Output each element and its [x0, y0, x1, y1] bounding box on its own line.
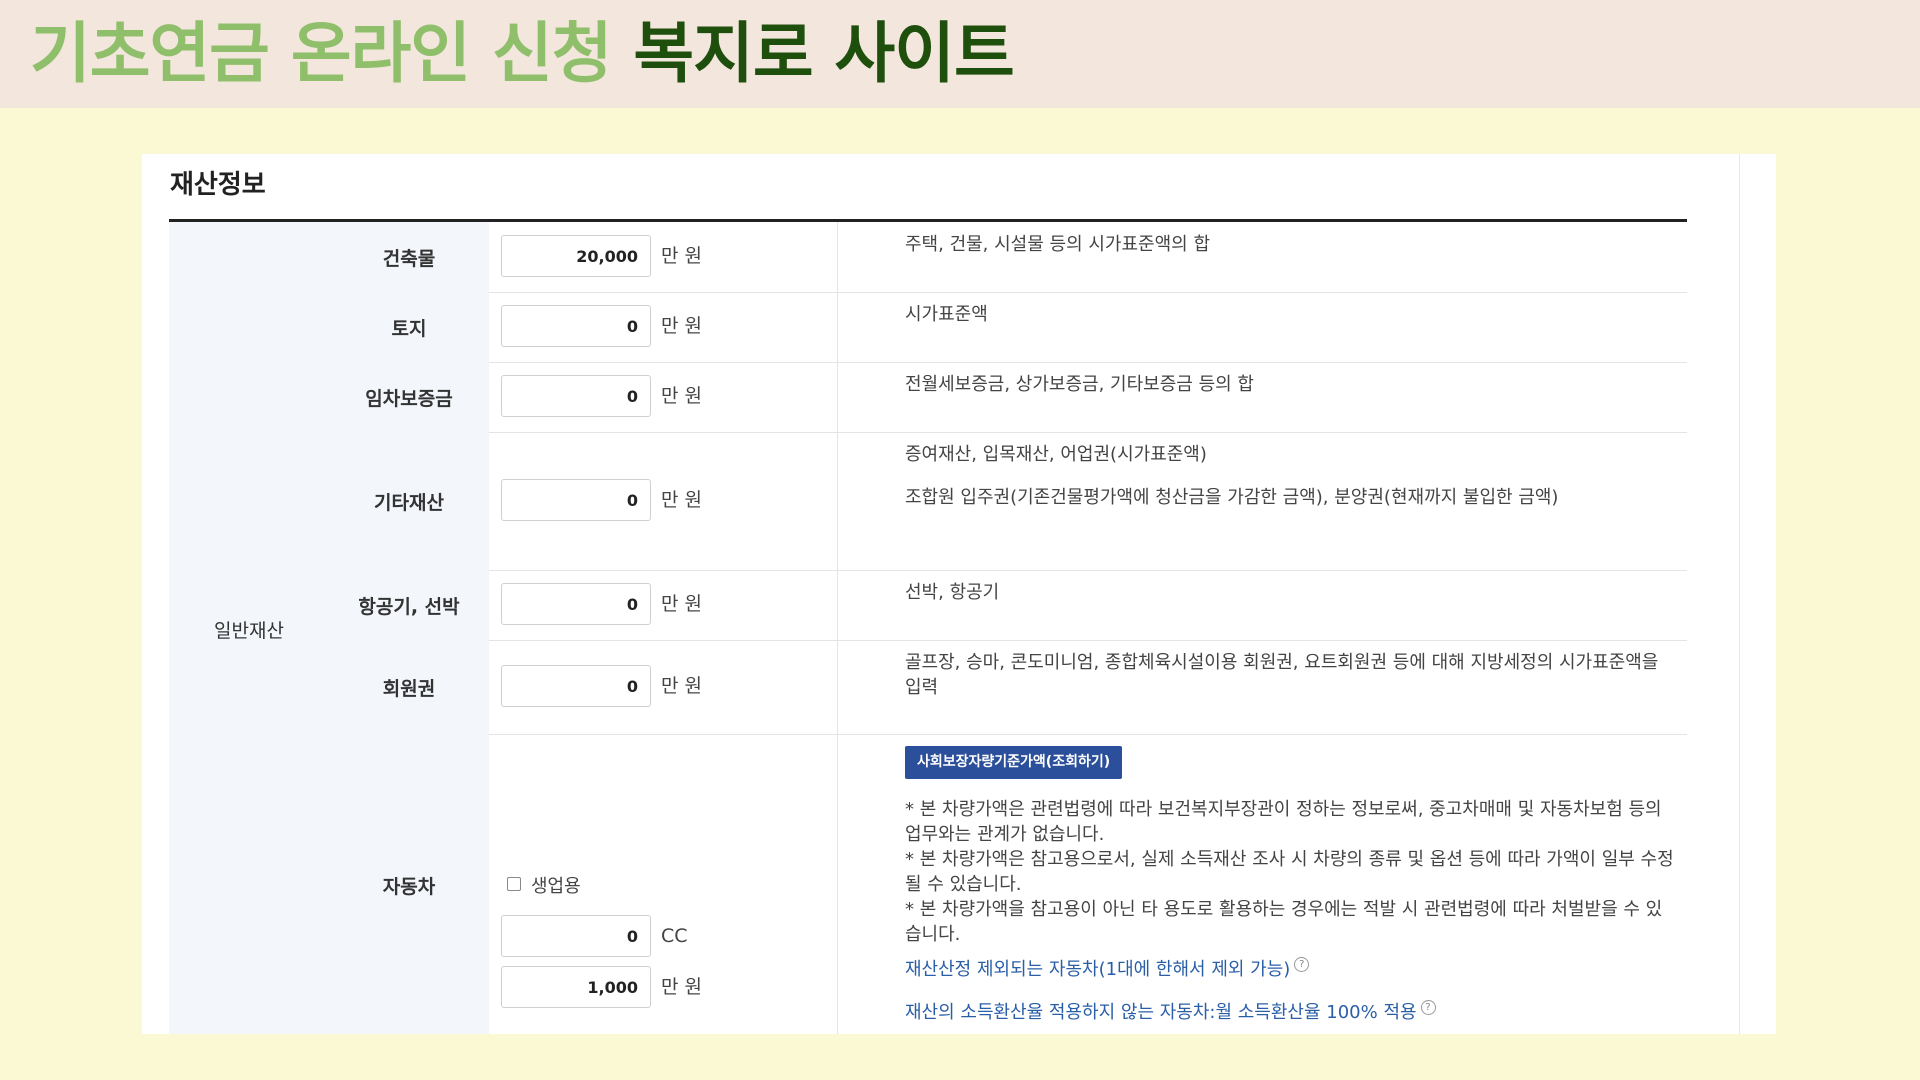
description-line: 골프장, 승마, 콘도미니엄, 종합체육시설이용 회원권, 요트회원권 등에 대…	[905, 652, 1659, 698]
car-price-input[interactable]	[501, 966, 651, 1008]
input-cell: 만 원	[489, 640, 838, 734]
unit-label: 만 원	[661, 489, 702, 511]
help-icon[interactable]: ?	[1294, 957, 1310, 972]
building-value-input[interactable]	[501, 235, 651, 277]
excluded-car-link[interactable]: 재산산정 제외되는 자동차(1대에 한해서 제외 가능)	[905, 959, 1290, 980]
business-use-checkbox[interactable]	[507, 877, 521, 891]
banner-title-part1: 기초연금 온라인 신청	[30, 15, 612, 92]
land-value-input[interactable]	[501, 305, 651, 347]
table-row: 건축물 만 원 주택, 건물, 시설물 등의 시가표준액의 합	[329, 222, 1687, 293]
row-description: 선박, 항공기	[905, 580, 1675, 605]
panel-side-strip	[1739, 154, 1776, 1034]
business-use-label: 생업용	[531, 876, 581, 897]
banner-title-part2: 복지로 사이트	[633, 15, 1014, 92]
row-label: 기타재산	[329, 432, 489, 570]
description-line: 주택, 건물, 시설물 등의 시가표준액의 합	[905, 234, 1211, 255]
category-cell: 일반재산	[169, 222, 330, 1034]
car-note: * 본 차량가액은 관련법령에 따라 보건복지부장관이 정하는 정보로써, 중고…	[905, 799, 1662, 845]
category-label: 일반재산	[214, 620, 284, 642]
header-banner: 기초연금 온라인 신청 복지로 사이트	[0, 0, 1920, 108]
car-note: * 본 차량가액은 참고용으로서, 실제 소득재산 조사 시 차량의 종류 및 …	[905, 849, 1674, 895]
row-label: 항공기, 선박	[329, 570, 489, 640]
car-description: 사회보장자량기준가액(조회하기) * 본 차량가액은 관련법령에 따라 보건복지…	[905, 746, 1675, 1025]
engine-cc-input[interactable]	[501, 915, 651, 957]
table-row: 회원권 만 원 골프장, 승마, 콘도미니엄, 종합체육시설이용 회원권, 요트…	[329, 640, 1687, 735]
row-description: 증여재산, 입목재산, 어업권(시가표준액) 조합원 입주권(기존건물평가액에 …	[905, 442, 1675, 510]
description-line: 전월세보증금, 상가보증금, 기타보증금 등의 합	[905, 374, 1254, 395]
car-note: * 본 차량가액을 참고용이 아닌 타 용도로 활용하는 경우에는 적발 시 관…	[905, 899, 1663, 945]
lease-deposit-input[interactable]	[501, 375, 651, 417]
row-label: 회원권	[329, 640, 489, 734]
section-title: 재산정보	[170, 170, 266, 200]
banner-title: 기초연금 온라인 신청 복지로 사이트	[30, 14, 1015, 94]
unit-label: 만 원	[661, 593, 702, 615]
row-description: 골프장, 승마, 콘도미니엄, 종합체육시설이용 회원권, 요트회원권 등에 대…	[905, 650, 1675, 700]
unit-label: 만 원	[661, 976, 702, 998]
row-label: 임차보증금	[329, 362, 489, 432]
input-cell: 만 원	[489, 432, 838, 570]
row-description: 시가표준액	[905, 302, 1675, 327]
income-conversion-car-link[interactable]: 재산의 소득환산율 적용하지 않는 자동차:월 소득환산율 100% 적용	[905, 1002, 1417, 1023]
other-assets-input[interactable]	[501, 479, 651, 521]
input-cell: 만 원	[489, 292, 838, 362]
input-cell: 만 원	[489, 222, 838, 292]
row-label: 건축물	[329, 222, 489, 292]
table-row: 항공기, 선박 만 원 선박, 항공기	[329, 570, 1687, 641]
unit-label: 만 원	[661, 675, 702, 697]
row-label: 토지	[329, 292, 489, 362]
table-row: 기타재산 만 원 증여재산, 입목재산, 어업권(시가표준액) 조합원 입주권(…	[329, 432, 1687, 571]
table-row: 토지 만 원 시가표준액	[329, 292, 1687, 363]
unit-label: 만 원	[661, 245, 702, 267]
row-description: 주택, 건물, 시설물 등의 시가표준액의 합	[905, 232, 1675, 257]
membership-input[interactable]	[501, 665, 651, 707]
property-info-panel: 재산정보 일반재산 건축물 만 원 주택, 건물, 시설물 등의 시가표준액의 …	[142, 154, 1776, 1034]
description-line: 조합원 입주권(기존건물평가액에 청산금을 가감한 금액), 분양권(현재까지 …	[905, 487, 1559, 508]
description-line: 증여재산, 입목재산, 어업권(시가표준액)	[905, 444, 1207, 465]
cc-unit-label: CC	[661, 925, 688, 947]
aircraft-ship-input[interactable]	[501, 583, 651, 625]
input-cell: 생업용 CC 만 원	[489, 734, 838, 1034]
table-row-car: 자동차 생업용 CC 만 원 사회보장자량기준가액(조회하기) * 본 차량가액…	[329, 734, 1687, 1034]
description-line: 선박, 항공기	[905, 582, 1000, 603]
help-icon[interactable]: ?	[1420, 1000, 1436, 1015]
unit-label: 만 원	[661, 385, 702, 407]
vehicle-price-lookup-button[interactable]: 사회보장자량기준가액(조회하기)	[905, 746, 1123, 779]
description-line: 시가표준액	[905, 304, 988, 325]
table-row: 임차보증금 만 원 전월세보증금, 상가보증금, 기타보증금 등의 합	[329, 362, 1687, 433]
property-table: 일반재산 건축물 만 원 주택, 건물, 시설물 등의 시가표준액의 합 토지 …	[169, 219, 1687, 1034]
row-label: 자동차	[329, 734, 489, 1034]
unit-label: 만 원	[661, 315, 702, 337]
input-cell: 만 원	[489, 570, 838, 640]
input-cell: 만 원	[489, 362, 838, 432]
row-description: 전월세보증금, 상가보증금, 기타보증금 등의 합	[905, 372, 1675, 397]
